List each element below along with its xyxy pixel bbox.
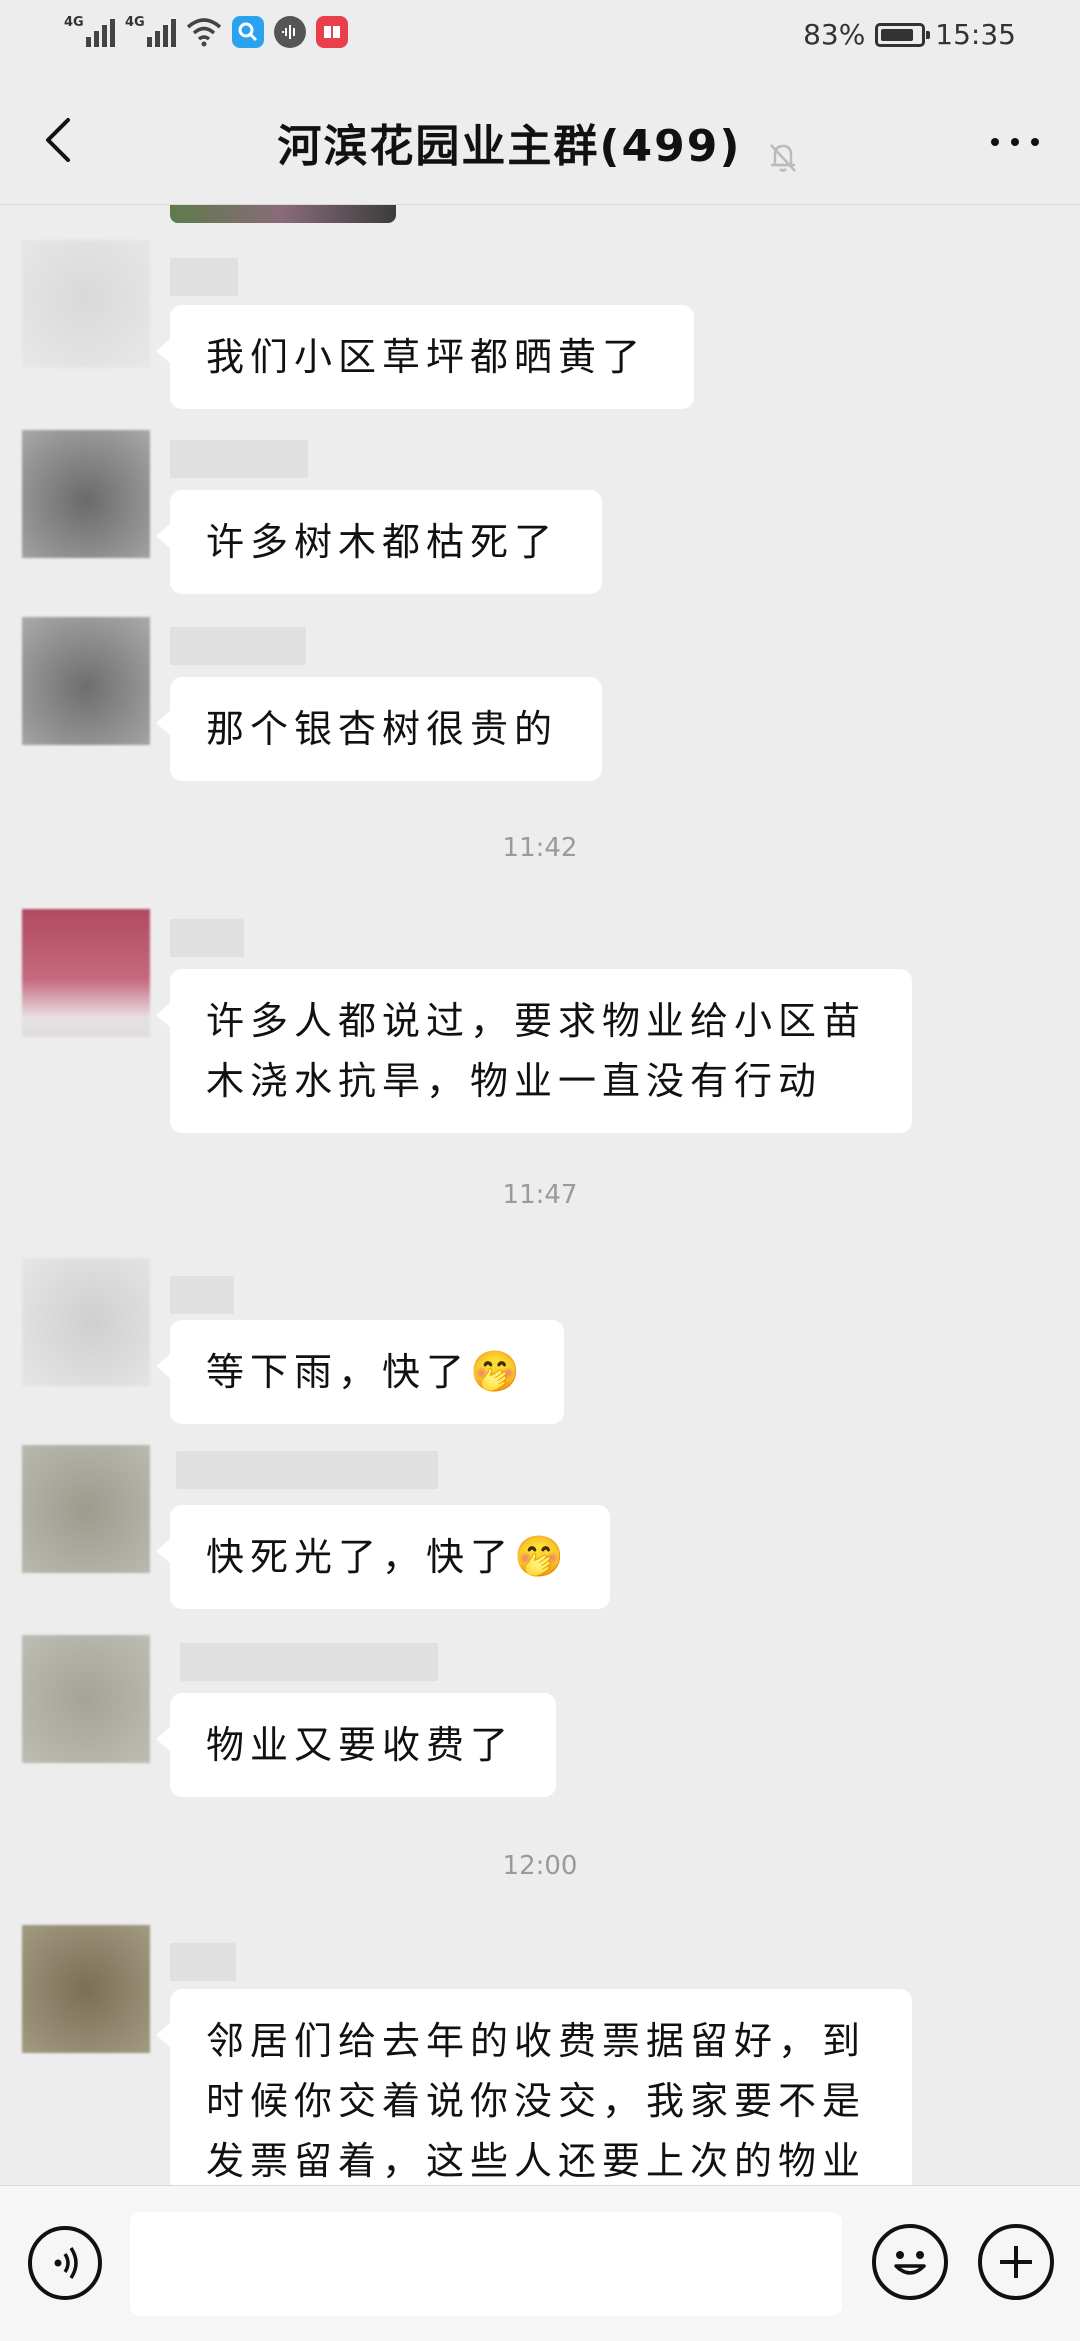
voice-button[interactable] — [28, 2226, 102, 2300]
avatar[interactable] — [22, 1925, 150, 2053]
search-app-icon — [232, 16, 264, 48]
battery-percent: 83% — [803, 18, 866, 51]
network-type-label: 4G — [64, 15, 84, 30]
avatar[interactable] — [22, 430, 150, 558]
signal-icon: 4G — [125, 15, 176, 47]
avatar[interactable] — [22, 1635, 150, 1763]
image-message-partial[interactable] — [170, 205, 396, 223]
status-left: 4G 4G — [64, 15, 348, 48]
timestamp: 11:42 — [502, 833, 578, 863]
message-text: 等下雨，快了 — [206, 1350, 471, 1394]
thinking-emoji-icon: 🤭 — [470, 1349, 526, 1395]
clock: 15:35 — [935, 18, 1016, 51]
wifi-icon — [186, 18, 222, 47]
chat-title: 河滨花园业主群(499) — [277, 121, 742, 172]
title-wrap: 河滨花园业主群(499) — [0, 110, 1080, 177]
message-list[interactable]: 我们小区草坪都晒黄了 许多树木都枯死了 那个银杏树很贵的 11:42 许多人都说… — [0, 205, 1080, 2185]
smiley-icon — [894, 2251, 926, 2275]
message-bubble[interactable]: 我们小区草坪都晒黄了 — [156, 305, 694, 409]
sender-name-blurred — [180, 1643, 438, 1681]
avatar[interactable] — [22, 1445, 150, 1573]
timestamp: 11:47 — [502, 1180, 578, 1210]
message-bubble[interactable]: 邻居们给去年的收费票据留好，到时候你交着说你没交，我家要不是发票留着，这些人还要… — [156, 1989, 912, 2185]
message-text: 许多人都说过，要求物业给小区苗木浇水抗旱，物业一直没有行动 — [206, 999, 867, 1103]
sender-name-blurred — [170, 1276, 234, 1314]
sender-name-blurred — [170, 1943, 236, 1981]
sender-name-blurred — [170, 258, 238, 296]
message-bubble[interactable]: 许多人都说过，要求物业给小区苗木浇水抗旱，物业一直没有行动 — [156, 969, 912, 1133]
ellipsis-icon — [991, 138, 1039, 146]
status-right: 83% 15:35 — [803, 18, 1016, 51]
message-input[interactable] — [130, 2212, 842, 2316]
message-bubble[interactable]: 那个银杏树很贵的 — [156, 677, 602, 781]
sender-name-blurred — [170, 440, 308, 478]
message-text: 那个银杏树很贵的 — [206, 707, 559, 751]
message-text: 物业又要收费了 — [206, 1723, 515, 1767]
more-button[interactable] — [980, 112, 1050, 172]
message-bubble[interactable]: 快死光了，快了🤭 — [156, 1505, 610, 1609]
book-app-icon — [316, 16, 348, 48]
chat-header: 河滨花园业主群(499) — [0, 74, 1080, 205]
bell-off-icon — [769, 143, 796, 172]
input-bar — [0, 2185, 1080, 2341]
message-text: 邻居们给去年的收费票据留好，到时候你交着说你没交，我家要不是发票留着，这些人还要… — [206, 2019, 867, 2183]
message-text: 我们小区草坪都晒黄了 — [206, 335, 647, 379]
avatar[interactable] — [22, 617, 150, 745]
battery-icon — [875, 22, 931, 47]
message-bubble[interactable]: 物业又要收费了 — [156, 1693, 556, 1797]
avatar[interactable] — [22, 1258, 150, 1386]
timestamp: 12:00 — [502, 1851, 578, 1881]
sender-name-blurred — [176, 1451, 438, 1489]
status-bar: 4G 4G 83% 15:35 — [0, 0, 1080, 74]
battery-fill — [881, 28, 914, 41]
message-bubble[interactable]: 许多树木都枯死了 — [156, 490, 602, 594]
sender-name-blurred — [170, 627, 306, 665]
message-text: 快死光了，快了 — [206, 1535, 515, 1579]
emoji-button[interactable] — [872, 2224, 948, 2300]
network-type-label: 4G — [125, 15, 145, 30]
thinking-emoji-icon: 🤭 — [514, 1534, 570, 1580]
message-bubble[interactable]: 等下雨，快了🤭 — [156, 1320, 564, 1424]
avatar[interactable] — [22, 909, 150, 1037]
message-text: 许多树木都枯死了 — [206, 520, 559, 564]
voice-wave-icon — [54, 2247, 78, 2279]
plus-circle-icon — [1000, 2246, 1032, 2278]
plus-button[interactable] — [978, 2224, 1054, 2300]
sender-name-blurred — [170, 919, 244, 957]
audio-app-icon — [274, 16, 306, 48]
signal-icon: 4G — [64, 15, 115, 47]
avatar[interactable] — [22, 240, 150, 368]
